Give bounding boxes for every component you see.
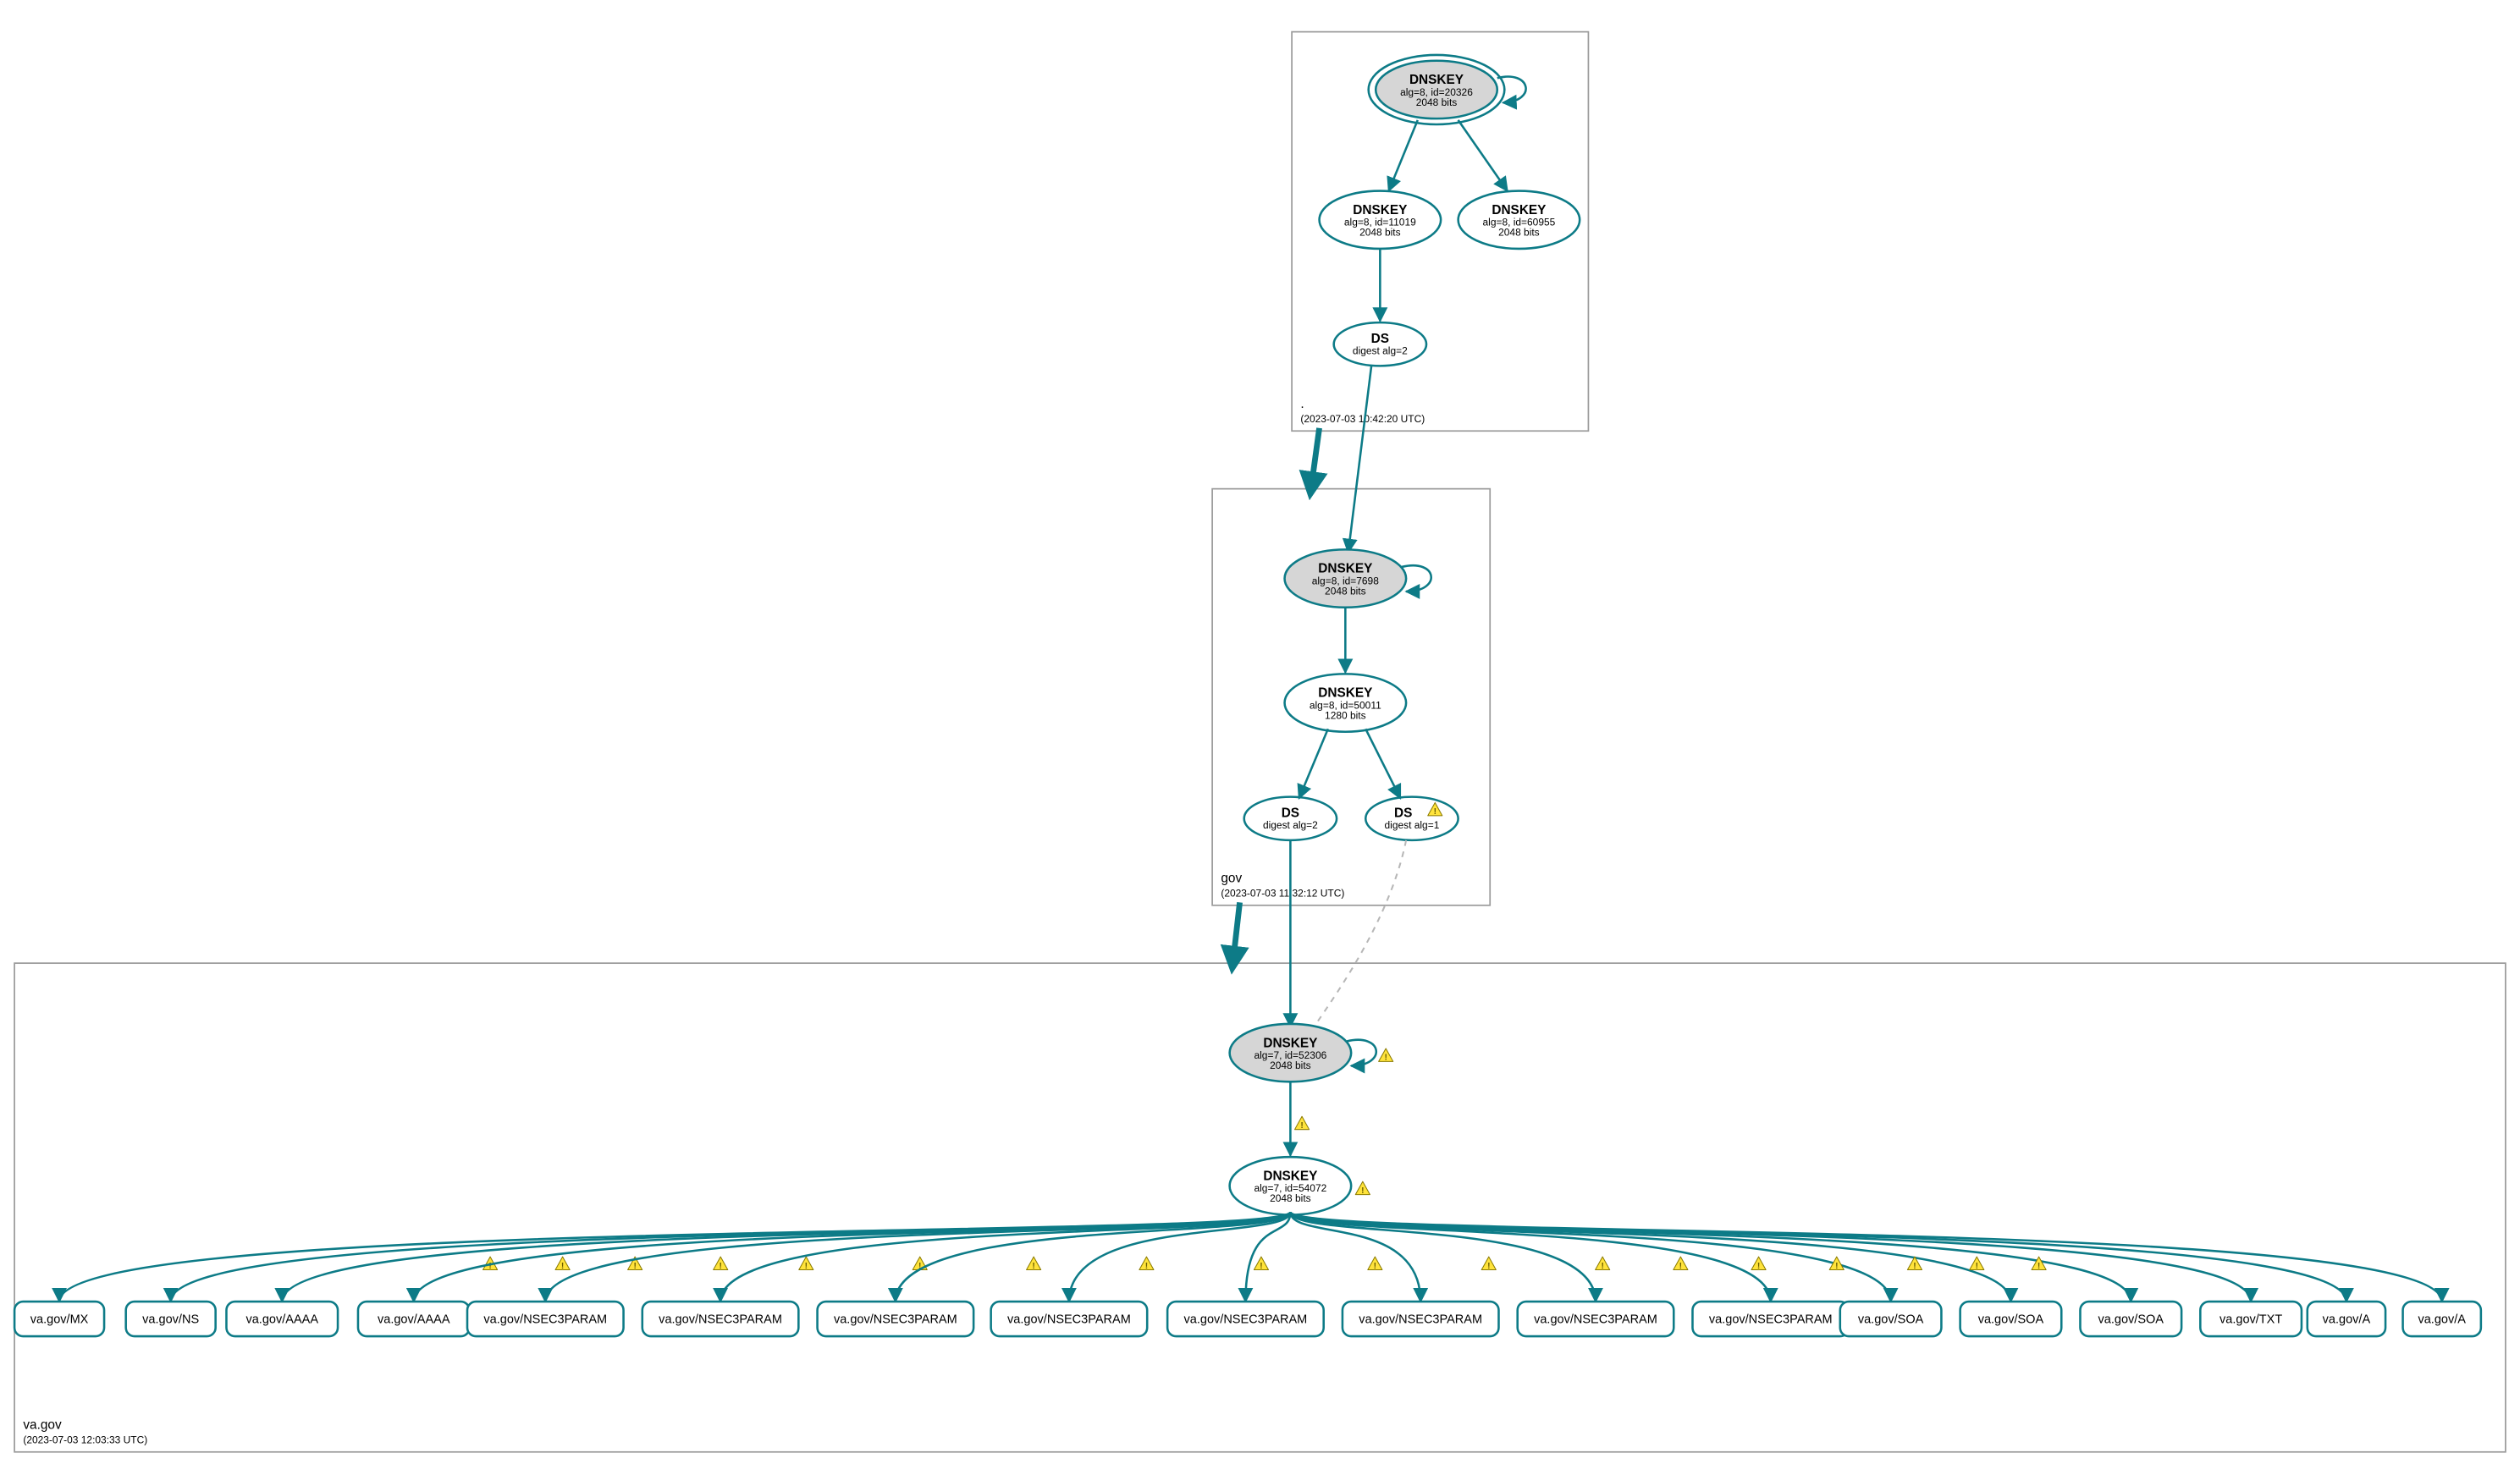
svg-text:!: ! <box>1757 1262 1760 1271</box>
zone-root-label: . <box>1300 397 1304 411</box>
svg-text:!: ! <box>1434 807 1436 817</box>
record-label: va.gov/NSEC3PARAM <box>659 1313 782 1327</box>
record-label: va.gov/SOA <box>1978 1313 2044 1327</box>
svg-text:!: ! <box>1300 1121 1303 1131</box>
svg-text:!: ! <box>1260 1262 1262 1271</box>
edge-va-zsk-record <box>545 1212 1290 1302</box>
record-label: va.gov/A <box>2418 1313 2466 1327</box>
warning-icon: ! <box>2032 1257 2046 1271</box>
warn-va-ksk-zsk: ! <box>1295 1116 1310 1131</box>
svg-text:2048 bits: 2048 bits <box>1498 227 1540 239</box>
record-label: va.gov/SOA <box>1858 1313 1924 1327</box>
svg-text:DNSKEY: DNSKEY <box>1263 1036 1317 1050</box>
zone-gov-label: gov <box>1221 871 1242 885</box>
svg-text:!: ! <box>1384 1054 1387 1063</box>
record-label: va.gov/A <box>2323 1313 2371 1327</box>
svg-text:1280 bits: 1280 bits <box>1325 709 1366 721</box>
svg-text:DS: DS <box>1394 806 1412 821</box>
zone-vagov-ts: (2023-07-03 12:03:33 UTC) <box>23 1434 147 1446</box>
svg-text:DNSKEY: DNSKEY <box>1492 203 1546 217</box>
svg-text:!: ! <box>805 1262 808 1271</box>
svg-text:DS: DS <box>1371 332 1389 346</box>
record-label: va.gov/NSEC3PARAM <box>1007 1313 1131 1327</box>
warning-icon: ! <box>1027 1257 1041 1271</box>
svg-text:!: ! <box>1374 1262 1376 1271</box>
record-label: va.gov/NSEC3PARAM <box>834 1313 957 1327</box>
dnssec-graph: . (2023-07-03 10:42:20 UTC) gov (2023-07… <box>0 0 2520 1475</box>
svg-text:!: ! <box>1976 1262 1978 1271</box>
svg-text:digest alg=2: digest alg=2 <box>1353 345 1408 357</box>
edge-root-ksk-zsk2 <box>1459 120 1508 191</box>
svg-text:DNSKEY: DNSKEY <box>1409 73 1464 87</box>
svg-text:!: ! <box>1679 1262 1682 1271</box>
svg-text:2048 bits: 2048 bits <box>1270 1059 1311 1071</box>
svg-text:!: ! <box>633 1262 636 1271</box>
svg-text:!: ! <box>720 1262 722 1271</box>
warning-icon: ! <box>1751 1257 1766 1271</box>
record-label: va.gov/AAAA <box>245 1313 318 1327</box>
edge-va-zsk-record <box>720 1212 1290 1302</box>
zone-root-ts: (2023-07-03 10:42:20 UTC) <box>1300 413 1425 425</box>
record-label: va.gov/MX <box>30 1313 89 1327</box>
warning-icon: ! <box>555 1257 570 1271</box>
warning-icon: ! <box>714 1257 728 1271</box>
svg-text:!: ! <box>1601 1262 1603 1271</box>
svg-text:2048 bits: 2048 bits <box>1359 227 1401 239</box>
record-label: va.gov/NSEC3PARAM <box>1359 1313 1482 1327</box>
warning-icon: ! <box>1596 1257 1610 1271</box>
warning-icon: ! <box>1481 1257 1496 1271</box>
record-label: va.gov/NSEC3PARAM <box>483 1313 607 1327</box>
edge-root-to-gov-thick <box>1310 428 1319 492</box>
record-label: va.gov/NSEC3PARAM <box>1534 1313 1657 1327</box>
svg-text:!: ! <box>1835 1262 1838 1271</box>
edge-gov-ds2-va-ksk <box>1310 840 1406 1034</box>
record-label: va.gov/NS <box>142 1313 199 1327</box>
edge-gov-to-va-thick <box>1232 902 1240 966</box>
svg-text:!: ! <box>2038 1262 2040 1271</box>
svg-text:DNSKEY: DNSKEY <box>1353 203 1407 217</box>
svg-text:2048 bits: 2048 bits <box>1270 1192 1311 1204</box>
warning-icon: ! <box>1674 1257 1688 1271</box>
zone-gov-ts: (2023-07-03 11:32:12 UTC) <box>1221 888 1344 900</box>
record-label: va.gov/NSEC3PARAM <box>1184 1313 1308 1327</box>
edge-root-ksk-zsk1 <box>1389 120 1418 191</box>
svg-text:!: ! <box>1032 1262 1034 1271</box>
svg-text:!: ! <box>561 1262 564 1271</box>
warning-icon: ! <box>1970 1257 1984 1271</box>
warning-icon: ! <box>1139 1257 1154 1271</box>
record-label: va.gov/NSEC3PARAM <box>1709 1313 1833 1327</box>
edge-va-zsk-record <box>1290 1212 2441 1302</box>
record-label: va.gov/TXT <box>2219 1313 2282 1327</box>
svg-text:DNSKEY: DNSKEY <box>1263 1170 1317 1184</box>
svg-text:DNSKEY: DNSKEY <box>1318 686 1372 701</box>
edge-gov-zsk-ds2 <box>1365 729 1400 798</box>
svg-text:DNSKEY: DNSKEY <box>1318 562 1372 576</box>
svg-text:!: ! <box>488 1262 491 1271</box>
warning-icon: ! <box>1254 1257 1268 1271</box>
record-label: va.gov/SOA <box>2098 1313 2164 1327</box>
svg-text:!: ! <box>1487 1262 1490 1271</box>
edge-gov-zsk-ds1 <box>1299 729 1328 798</box>
svg-text:digest alg=2: digest alg=2 <box>1263 819 1318 831</box>
edge-va-zsk-record <box>414 1212 1291 1302</box>
svg-text:!: ! <box>1913 1262 1916 1271</box>
warning-icon: ! <box>1368 1257 1382 1271</box>
svg-text:2048 bits: 2048 bits <box>1416 96 1458 108</box>
svg-text:DS: DS <box>1282 806 1299 821</box>
svg-text:2048 bits: 2048 bits <box>1325 585 1366 597</box>
svg-text:!: ! <box>1145 1262 1148 1271</box>
record-label: va.gov/AAAA <box>378 1313 450 1327</box>
warning-icon: ! <box>799 1257 813 1271</box>
zone-vagov-label: va.gov <box>23 1417 62 1432</box>
warn-va-ksk-self: ! <box>1379 1048 1393 1063</box>
warn-va-zsk-right: ! <box>1355 1181 1370 1196</box>
warning-icon: ! <box>1829 1257 1844 1271</box>
edge-root-ds-gov-ksk <box>1348 366 1371 552</box>
svg-text:!: ! <box>1361 1186 1364 1196</box>
svg-text:digest alg=1: digest alg=1 <box>1385 819 1440 831</box>
